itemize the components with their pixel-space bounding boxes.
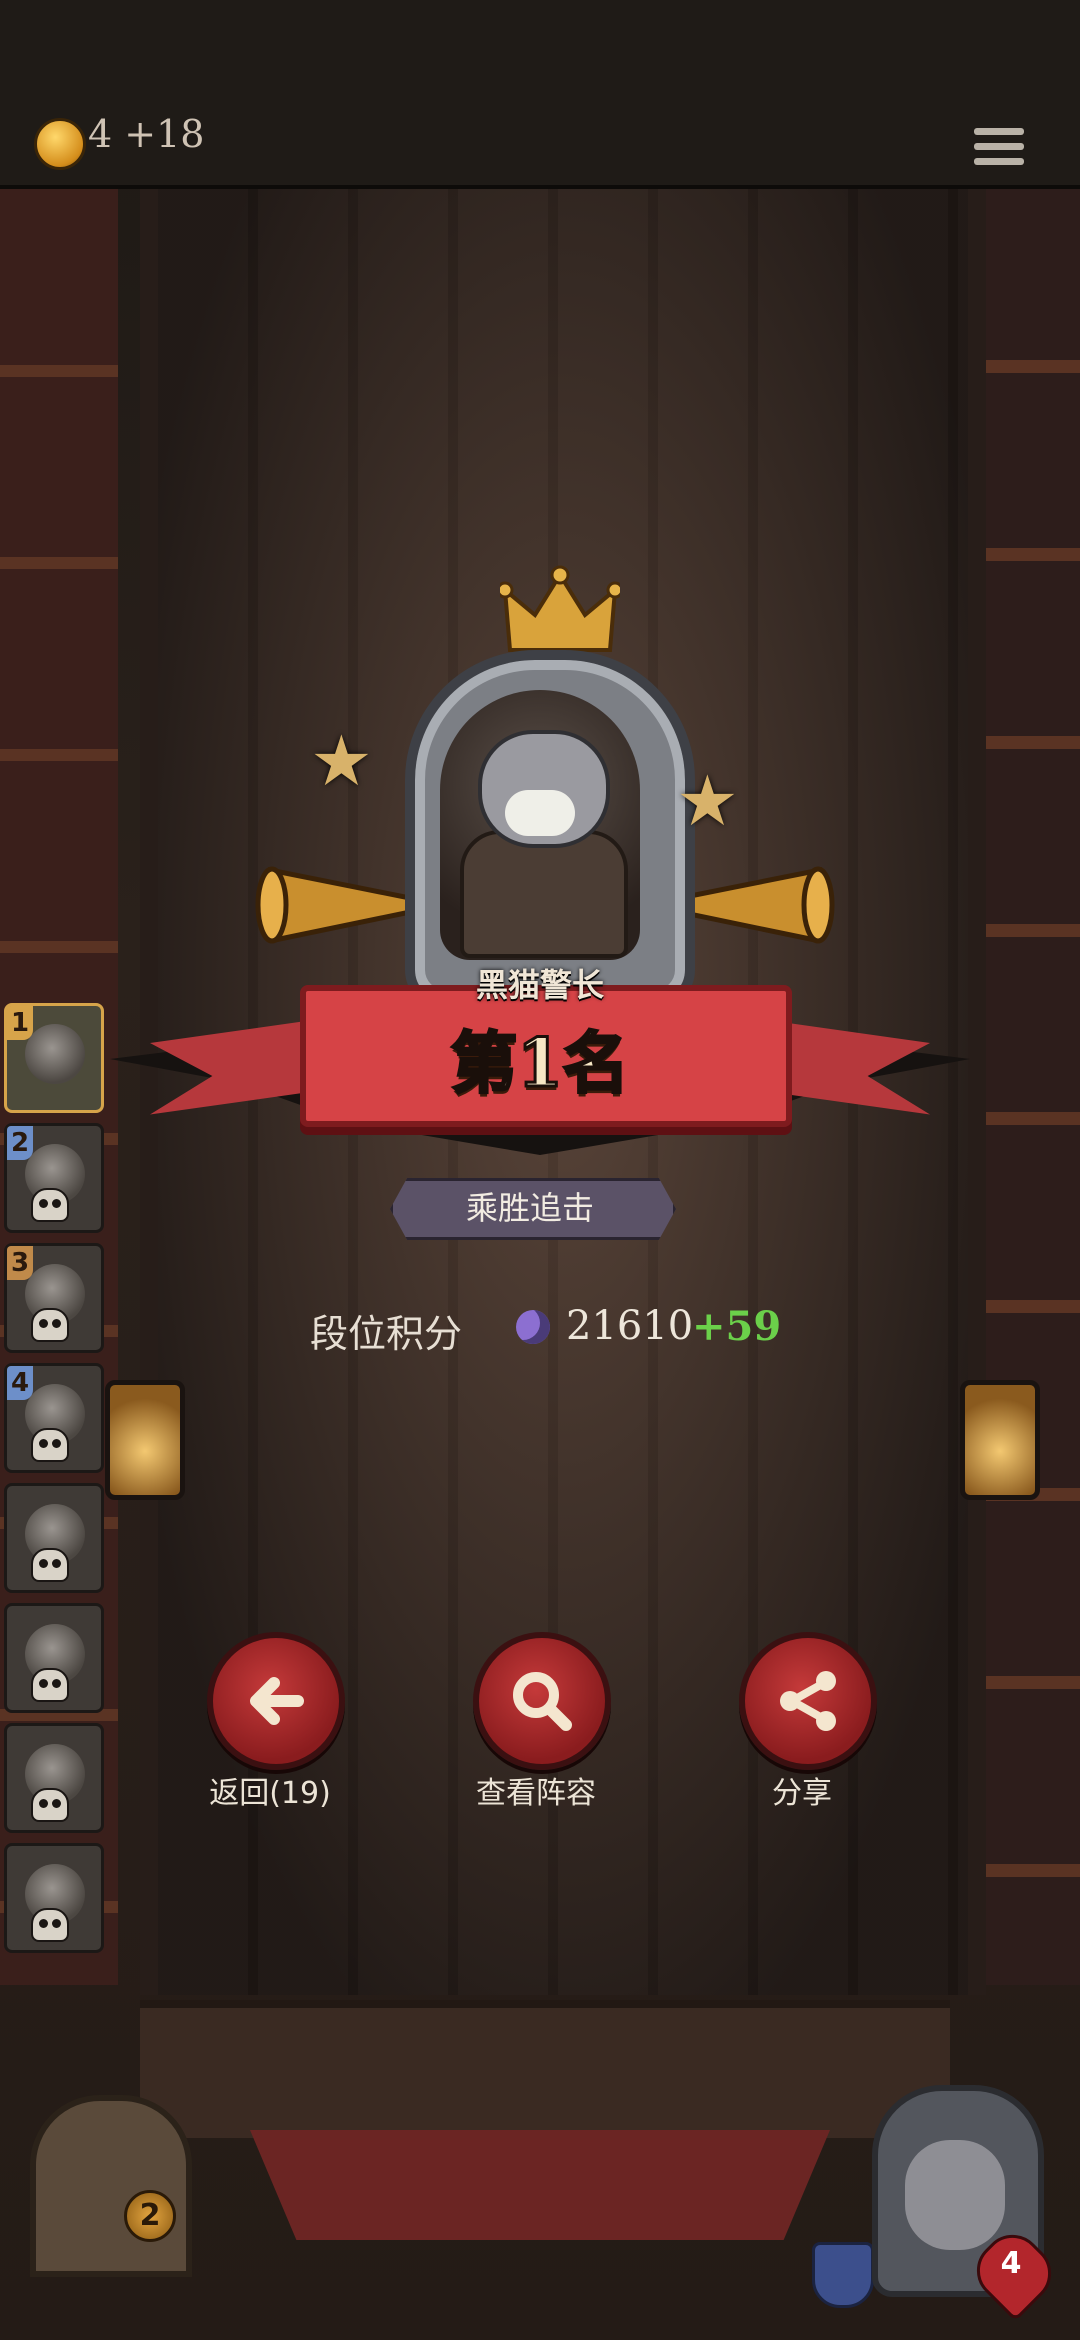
rank-points-delta: +59: [692, 1303, 782, 1350]
share-button[interactable]: [739, 1632, 877, 1770]
share-icon: [780, 1671, 836, 1731]
skull-icon: [31, 1428, 69, 1462]
player-slot[interactable]: [4, 1843, 104, 1953]
back-button[interactable]: [207, 1632, 345, 1770]
rank-badge: 4: [7, 1366, 33, 1400]
player-slot[interactable]: 4: [4, 1363, 104, 1473]
view-lineup-label[interactable]: 查看阵容: [426, 1768, 646, 1812]
hero-body: [460, 830, 628, 958]
moon-icon: [516, 1310, 550, 1344]
player-ranking-list: 1 2 3 4: [4, 1003, 104, 1963]
player-avatar: [25, 1024, 85, 1084]
lantern-icon: [105, 1380, 185, 1500]
shop-door-icon[interactable]: [30, 2095, 192, 2277]
star-icon: ★: [676, 760, 739, 842]
share-label[interactable]: 分享: [692, 1768, 912, 1812]
coin-counter: 4 +18: [88, 112, 205, 156]
player-slot[interactable]: [4, 1603, 104, 1713]
title-tag-text: 乘胜追击: [465, 1189, 594, 1227]
magnifier-icon: [513, 1672, 572, 1731]
hero-cat-muzzle: [505, 790, 575, 836]
view-lineup-button[interactable]: [473, 1632, 611, 1770]
hamburger-menu-icon[interactable]: [974, 128, 1024, 172]
skull-icon: [31, 1188, 69, 1222]
skull-icon: [31, 1668, 69, 1702]
arrow-left-icon: [250, 1677, 304, 1725]
skull-icon: [31, 1788, 69, 1822]
player-slot[interactable]: 3: [4, 1243, 104, 1353]
player-slot[interactable]: 2: [4, 1123, 104, 1233]
red-carpet: [250, 2130, 830, 2240]
player-slot[interactable]: [4, 1483, 104, 1593]
placement-title: 第1名: [450, 1023, 631, 1104]
star-icon: ★: [310, 720, 373, 802]
top-bar: 4 +18: [0, 0, 1080, 189]
skull-icon: [31, 1908, 69, 1942]
back-button-label[interactable]: 返回(19): [160, 1768, 380, 1812]
shield-icon[interactable]: [812, 2242, 874, 2308]
stage-floor: [140, 2000, 950, 2138]
player-slot[interactable]: 1: [4, 1003, 104, 1113]
door-count-badge: 2: [124, 2190, 176, 2242]
rank-points-label: 段位积分: [310, 1312, 463, 1356]
skull-icon: [31, 1548, 69, 1582]
crown-icon: [500, 565, 620, 652]
rank-badge: 3: [7, 1246, 33, 1280]
game-screen: 4 +18 1 2 3 4 ★ ★ 黑猫警长 第1名 乘胜追击 段位积分 216…: [0, 0, 1080, 2340]
player-slot[interactable]: [4, 1723, 104, 1833]
lantern-icon: [960, 1380, 1040, 1500]
rank-badge: 1: [7, 1006, 33, 1040]
hero-mini-cat: [905, 2140, 1005, 2250]
hero-name: 黑猫警长: [475, 966, 604, 1004]
skull-icon: [31, 1308, 69, 1342]
rank-badge: 2: [7, 1126, 33, 1160]
crown-coin-icon: [34, 118, 86, 170]
rank-points-value: 21610: [566, 1303, 694, 1349]
hero-health-value: 4: [1000, 2246, 1022, 2281]
